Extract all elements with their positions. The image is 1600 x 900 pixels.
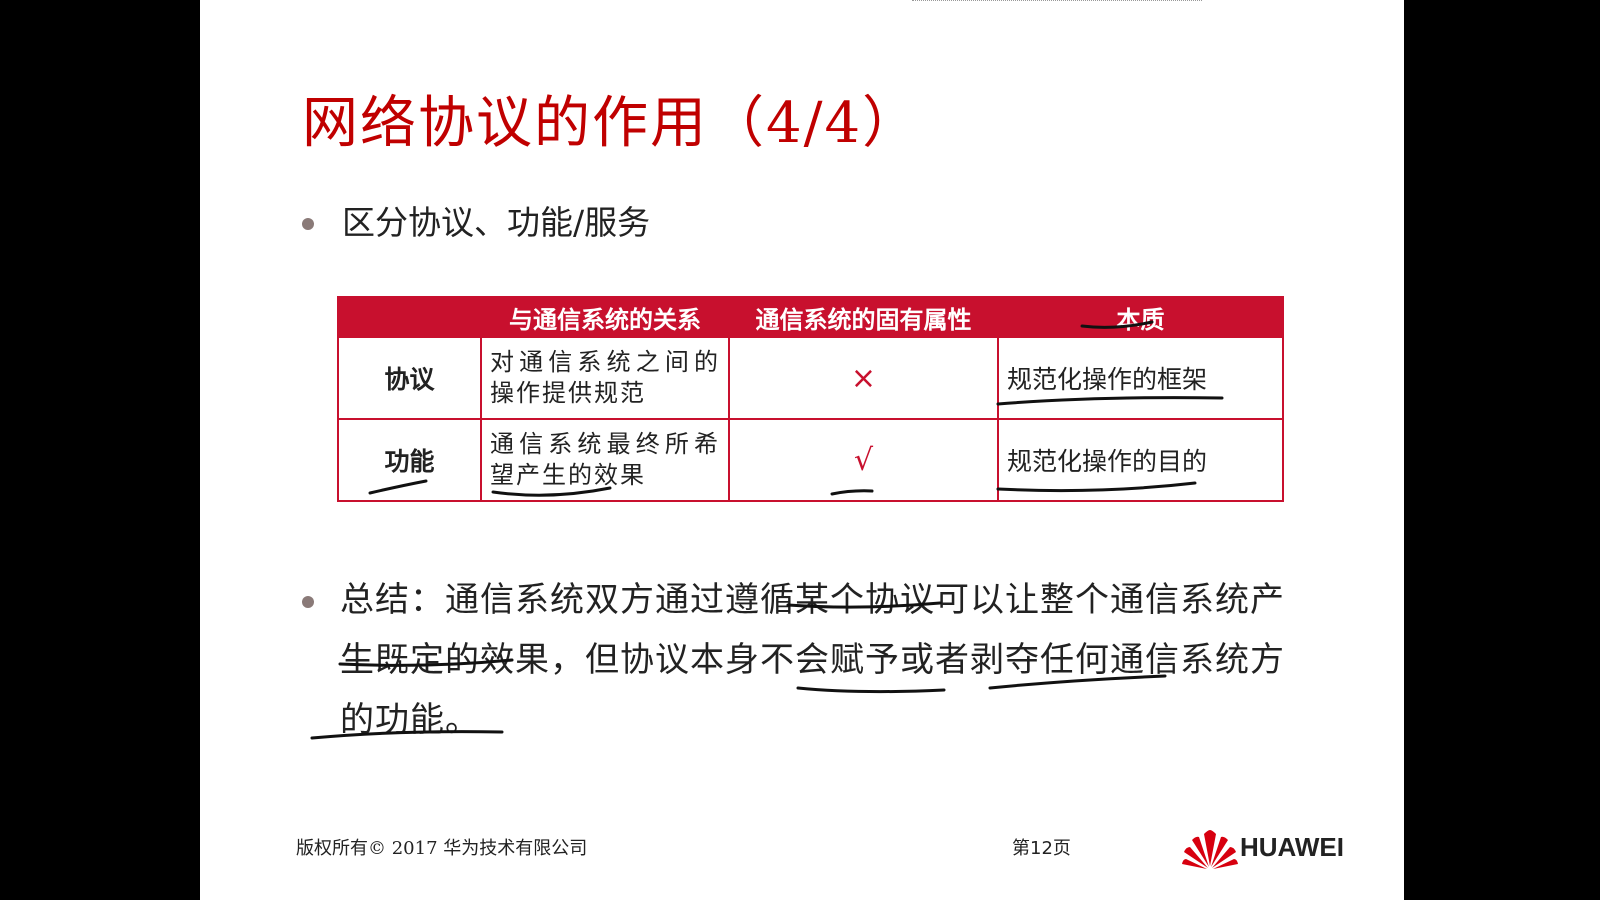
bullet-dot-icon [302, 218, 314, 230]
footer-page-number: 第12页 [1012, 838, 1071, 859]
table-row: 功能 通信系统最终所希望产生的效果 √ 规范化操作的目的 [337, 418, 1284, 502]
check-mark-icon: √ [728, 418, 999, 502]
table-header: 通信系统的固有属性 [728, 296, 999, 338]
cross-mark-icon: × [728, 336, 999, 420]
relation-cell: 通信系统最终所希望产生的效果 [480, 418, 730, 502]
table-row: 协议 对通信系统之间的操作提供规范 × 规范化操作的框架 [337, 336, 1284, 420]
bullet-text: 区分协议、功能/服务 [342, 203, 651, 242]
table-header-row: 与通信系统的关系 通信系统的固有属性 本质 [337, 296, 1284, 338]
slide-title: 网络协议的作用（4/4） [302, 91, 921, 156]
footer-copyright: 版权所有© 2017 华为技术有限公司 [296, 838, 588, 859]
bullet-dot-icon [302, 596, 314, 608]
brand-name: HUAWEI [1240, 832, 1344, 862]
table-header [337, 296, 482, 338]
comparison-table: 与通信系统的关系 通信系统的固有属性 本质 协议 对通信系统之间的操作提供规范 … [337, 296, 1284, 502]
essence-cell: 规范化操作的目的 [997, 418, 1284, 502]
summary-text: 总结：通信系统双方通过遵循某个协议可以让整个通信系统产生既定的效果，但协议本身不… [340, 580, 1285, 740]
row-name: 功能 [337, 418, 482, 502]
huawei-petal-icon [1182, 830, 1238, 869]
table-header: 与通信系统的关系 [480, 296, 730, 338]
slide: 网络协议的作用（4/4） 区分协议、功能/服务 与通信系统的关系 通信系统的固有… [200, 0, 1404, 900]
row-name: 协议 [337, 336, 482, 420]
table-header: 本质 [997, 296, 1284, 338]
top-dotted-line [912, 0, 1202, 3]
relation-cell: 对通信系统之间的操作提供规范 [480, 336, 730, 420]
huawei-logo: HUAWEI [1182, 826, 1382, 874]
essence-cell: 规范化操作的框架 [997, 336, 1284, 420]
